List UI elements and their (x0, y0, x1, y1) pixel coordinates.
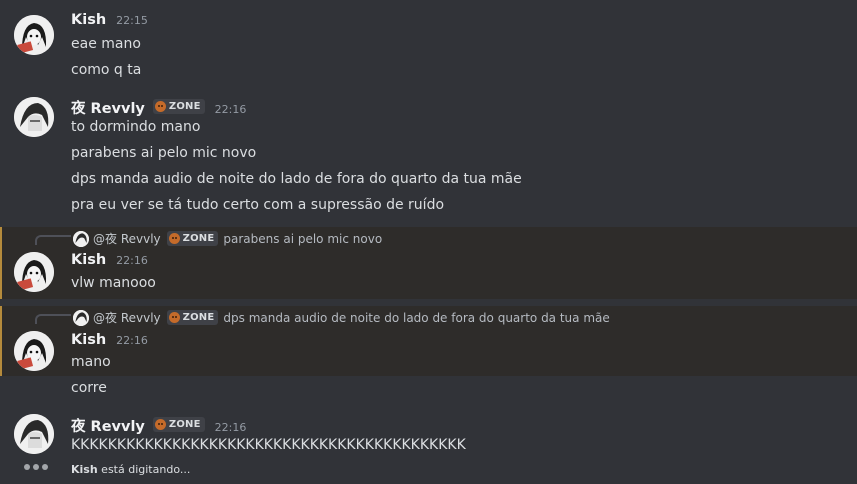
username[interactable]: Kish (71, 12, 106, 28)
message-group-reply: @夜 Revvly ZONE parabens ai pelo mic novo… (0, 227, 857, 299)
avatar-revvly[interactable] (14, 414, 54, 454)
reply-preview[interactable]: @夜 Revvly ZONE dps manda audio de noite … (73, 309, 610, 326)
message-text: dps manda audio de noite do lado de fora… (71, 171, 522, 187)
reply-spine (35, 314, 71, 324)
timestamp[interactable]: 22:16 (116, 334, 148, 347)
timestamp[interactable]: 22:16 (215, 103, 247, 116)
server-tag[interactable]: ZONE (152, 99, 205, 114)
username[interactable]: Kish (71, 252, 106, 268)
skull-icon (168, 312, 180, 323)
message-text: pra eu ver se tá tudo certo com a supres… (71, 197, 445, 213)
revvly-avatar-icon (14, 414, 54, 454)
server-tag[interactable]: ZONE (152, 417, 205, 432)
message-group: 夜 Revvly ZONE 22:16 KKKKKKKKKKKKKKKKKKKK… (0, 410, 857, 460)
message-group: Kish 22:15 eae mano como q ta (0, 0, 857, 92)
message-text: parabens ai pelo mic novo (71, 145, 257, 161)
server-tag[interactable]: ZONE (166, 310, 219, 325)
message-text: como q ta (71, 62, 142, 78)
reply-avatar (73, 309, 89, 326)
message-text: KKKKKKKKKKKKKKKKKKKKKKKKKKKKKKKKKKKKKKKK… (71, 437, 466, 453)
message-text: to dormindo mano (71, 119, 201, 135)
username[interactable]: 夜 Revvly (71, 415, 145, 436)
reply-spine (35, 235, 71, 245)
avatar-revvly[interactable] (14, 97, 54, 137)
skull-icon (154, 101, 166, 112)
server-tag-label: ZONE (168, 419, 201, 430)
reply-text[interactable]: parabens ai pelo mic novo (223, 232, 382, 246)
typing-indicator: Kish está digitando... (71, 463, 190, 476)
skull-icon (168, 233, 180, 244)
reply-username[interactable]: @夜 Revvly (93, 230, 161, 247)
message-text: eae mano (71, 36, 141, 52)
username[interactable]: 夜 Revvly (71, 97, 145, 118)
message-text: vlw manooo (71, 275, 156, 291)
server-tag-label: ZONE (182, 233, 215, 244)
typing-suffix: está digitando... (97, 463, 191, 476)
message-text: corre (71, 380, 107, 396)
skull-icon (154, 419, 166, 430)
avatar-kish[interactable] (14, 331, 54, 371)
revvly-avatar-icon (73, 230, 89, 247)
reply-preview[interactable]: @夜 Revvly ZONE parabens ai pelo mic novo (73, 230, 382, 247)
timestamp[interactable]: 22:16 (215, 421, 247, 434)
kish-avatar-icon (14, 331, 54, 371)
message-text: mano (71, 354, 111, 370)
typing-user: Kish (71, 463, 98, 476)
message-group-reply: @夜 Revvly ZONE dps manda audio de noite … (0, 306, 857, 376)
kish-avatar-icon (14, 15, 54, 55)
server-tag-label: ZONE (168, 101, 201, 112)
username[interactable]: Kish (71, 332, 106, 348)
reply-text[interactable]: dps manda audio de noite do lado de fora… (223, 311, 609, 325)
server-tag-label: ZONE (182, 312, 215, 323)
message-group: 夜 Revvly ZONE 22:16 to dormindo mano par… (0, 92, 857, 220)
kish-avatar-icon (14, 252, 54, 292)
reply-username[interactable]: @夜 Revvly (93, 309, 161, 326)
avatar-kish[interactable] (14, 252, 54, 292)
timestamp[interactable]: 22:15 (116, 14, 148, 27)
reply-avatar (73, 230, 89, 247)
revvly-avatar-icon (14, 97, 54, 137)
revvly-avatar-icon (73, 309, 89, 326)
avatar-kish[interactable] (14, 15, 54, 55)
typing-dots-icon (24, 464, 51, 470)
server-tag[interactable]: ZONE (166, 231, 219, 246)
timestamp[interactable]: 22:16 (116, 254, 148, 267)
